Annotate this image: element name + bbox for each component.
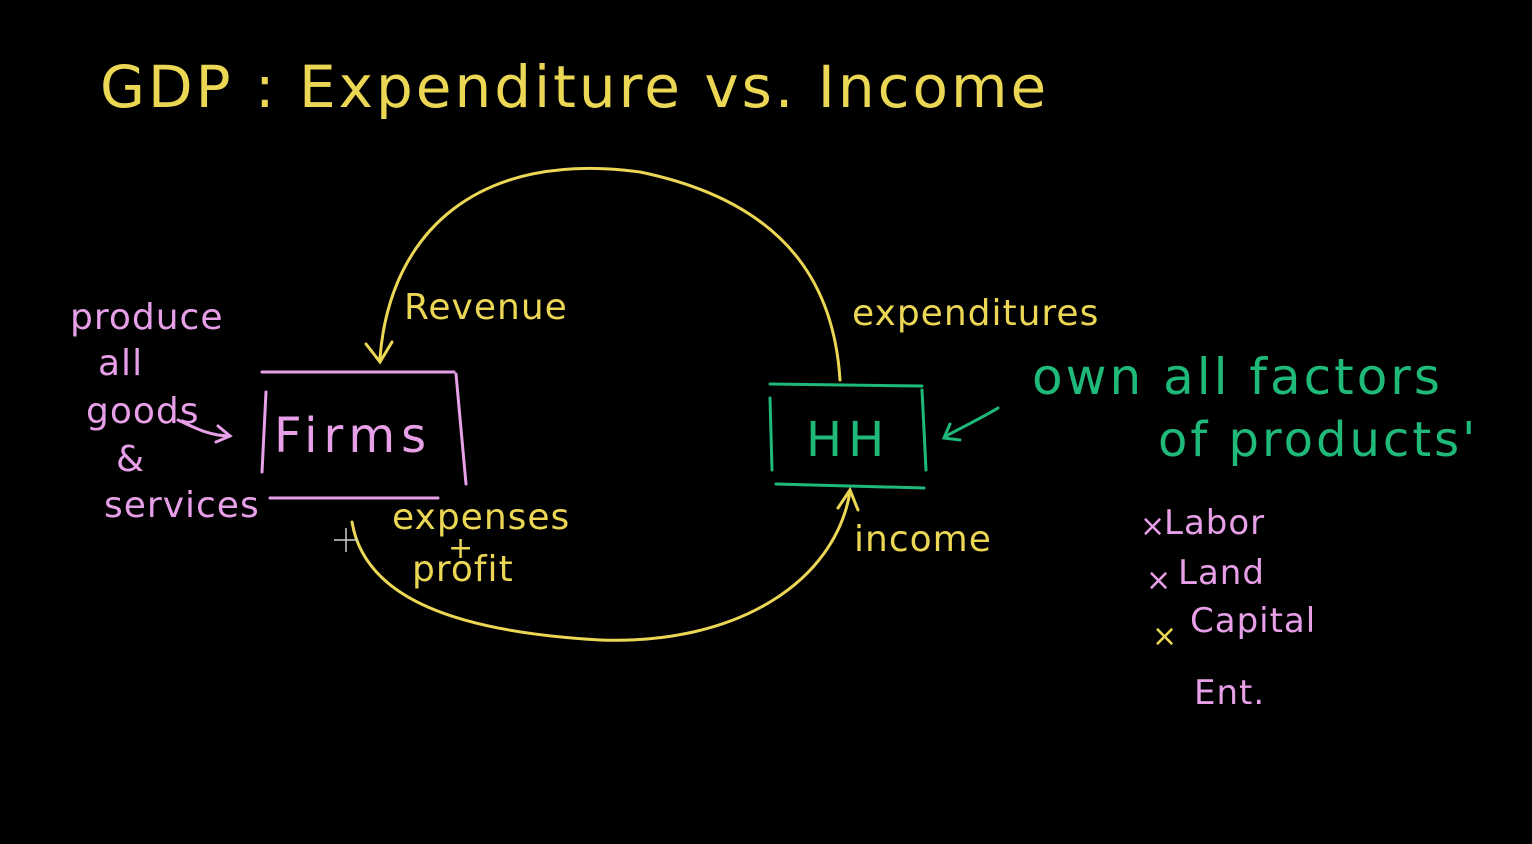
expenditures-label: expenditures bbox=[852, 293, 1100, 334]
firms-note-line-4: & bbox=[116, 439, 146, 480]
firms-note-line-5: services bbox=[104, 485, 260, 526]
factor-entrepreneurship: Ent. bbox=[1194, 673, 1266, 713]
factor-bullet: × bbox=[1152, 619, 1179, 654]
firms-label: Firms bbox=[274, 408, 433, 464]
firms-note-line-1: produce bbox=[70, 297, 224, 338]
expenditure-revenue-arc bbox=[378, 166, 842, 382]
firms-note-line-2: all bbox=[98, 343, 144, 384]
factor-labor: Labor bbox=[1164, 503, 1266, 543]
hh-note-line-2: of products' bbox=[1158, 412, 1479, 468]
firms-note-line-3: goods bbox=[86, 391, 200, 432]
hh-note-line-1: own all factors bbox=[1032, 348, 1443, 406]
note-to-hh-arrow bbox=[944, 406, 1000, 438]
page-title: GDP : Expenditure vs. Income bbox=[100, 53, 1050, 121]
revenue-label: Revenue bbox=[404, 287, 568, 328]
factor-capital: Capital bbox=[1190, 601, 1317, 641]
arrowhead-into-firms bbox=[364, 340, 394, 365]
blackboard: GDP : Expenditure vs. Income Firms HH Re… bbox=[0, 0, 1532, 844]
factor-land: Land bbox=[1178, 553, 1265, 593]
profit-label: profit bbox=[412, 549, 514, 590]
income-label: income bbox=[854, 519, 992, 560]
expenses-label: expenses bbox=[392, 497, 571, 538]
households-label: HH bbox=[806, 412, 891, 468]
factor-bullet: × bbox=[1146, 563, 1173, 598]
factor-bullet: × bbox=[1140, 509, 1167, 544]
